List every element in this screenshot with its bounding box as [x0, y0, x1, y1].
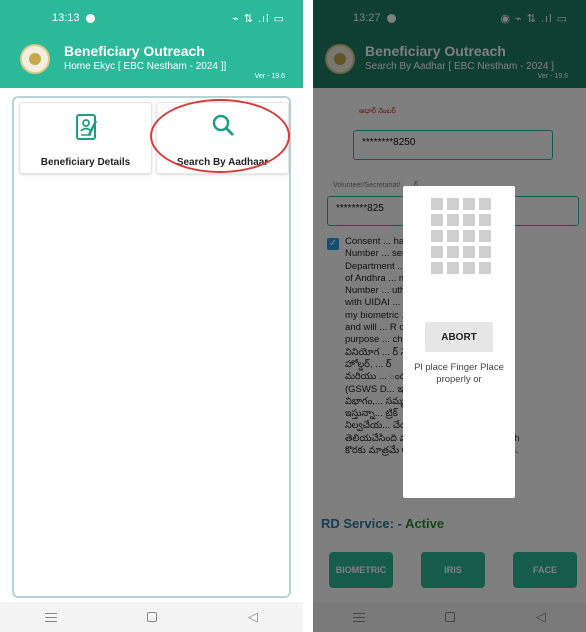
menu-panel: Beneficiary Details Search By Aadhaar	[12, 96, 291, 598]
document-person-icon	[76, 114, 98, 140]
right-screen: 13:27 ◉ ⌁ ⇅ .ıl ▭ Beneficiary Outreach S…	[313, 0, 586, 632]
back-icon[interactable]: ◁	[248, 609, 258, 625]
dialog-message: Pl place Finger Place properly or	[414, 362, 504, 385]
home-icon[interactable]	[147, 612, 158, 622]
abort-button[interactable]: ABORT	[425, 322, 493, 352]
status-icons: ⌁ ⇅ .ıl ▭	[232, 12, 285, 25]
left-screen: 13:13 ⌁ ⇅ .ıl ▭ Beneficiary Outreach Hom…	[0, 0, 303, 632]
fingerprint-progress-icon	[431, 198, 495, 278]
system-nav-bar: ◁	[0, 602, 303, 632]
app-version: Ver - 19.6	[254, 73, 285, 80]
fingerprint-dialog: ABORT Pl place Finger Place properly or	[403, 186, 515, 498]
beneficiary-details-card[interactable]: Beneficiary Details	[19, 102, 152, 174]
app-bar: Beneficiary Outreach Home Ekyc [ EBC Nes…	[0, 36, 303, 88]
recents-icon[interactable]	[45, 612, 58, 622]
highlight-circle	[150, 99, 290, 173]
govt-logo	[20, 44, 50, 74]
status-time: 13:13	[52, 12, 232, 24]
app-subtitle: Home Ekyc [ EBC Nestham - 2024 ]]	[64, 61, 227, 72]
status-bar: 13:13 ⌁ ⇅ .ıl ▭	[0, 0, 303, 36]
beneficiary-details-label: Beneficiary Details	[40, 157, 131, 168]
app-title: Beneficiary Outreach	[64, 43, 205, 59]
